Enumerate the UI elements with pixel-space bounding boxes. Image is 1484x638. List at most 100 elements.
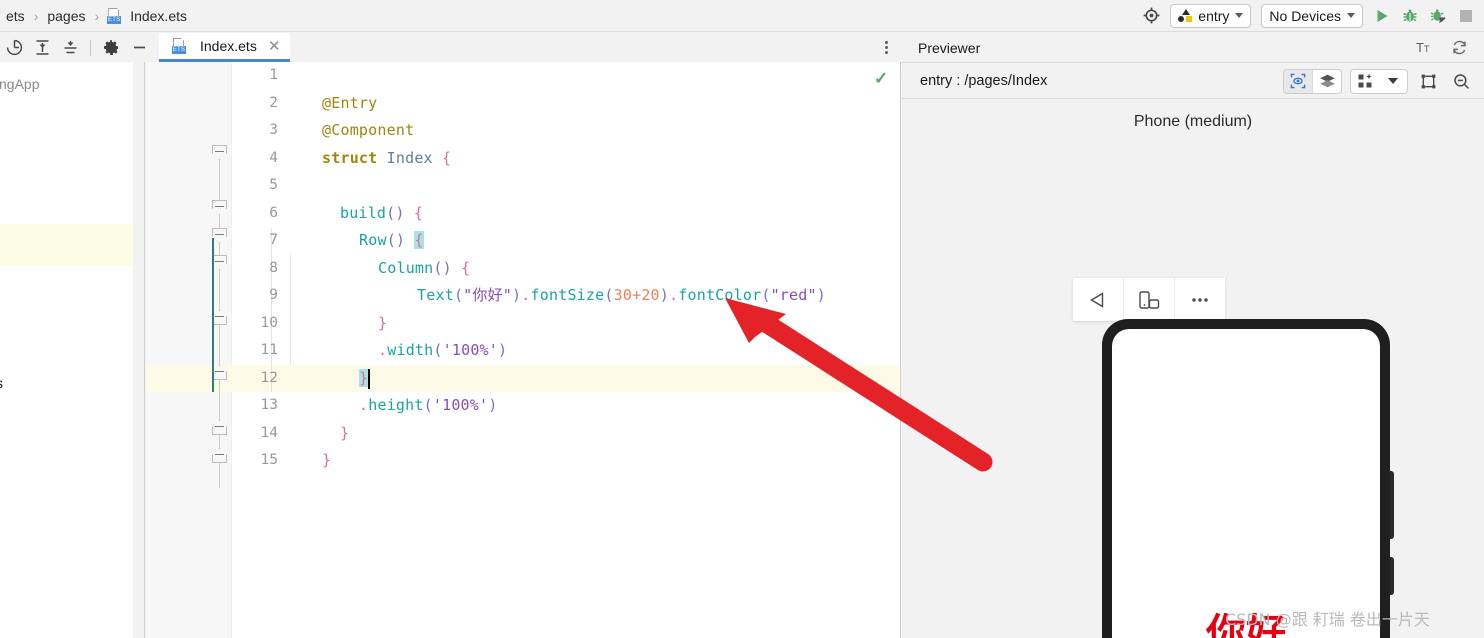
run-controls: entry No Devices [1137,3,1484,29]
chevron-down-icon[interactable] [1379,70,1407,93]
svg-text:T: T [1424,44,1430,54]
ets-icon-label: ETS [172,46,186,54]
device-selector-label: No Devices [1269,7,1341,24]
code-text: Column() { [378,258,471,277]
code-line: 13 .height('100%') [232,392,900,420]
fold-marker-open[interactable] [212,145,227,160]
phone-side-button [1390,557,1394,595]
line-number: 10 [260,314,278,331]
module-selector[interactable]: entry [1170,3,1252,28]
fold-marker-close[interactable] [212,420,227,435]
code-editor[interactable]: 1 2 @Entry 3 @Component 4 struct Index {… [146,62,901,638]
fold-marker-open[interactable] [212,200,227,215]
rotate-device-icon[interactable] [1124,278,1174,321]
ets-icon-label: ETS [107,15,122,24]
line-number: 15 [260,452,278,468]
attach-debugger-icon[interactable] [1424,3,1452,29]
line-number: 5 [269,177,278,193]
editor-toolbar [0,33,901,62]
more-icon[interactable] [1175,278,1225,321]
more-options-icon[interactable] [875,36,897,58]
line-number: 2 [269,94,278,111]
previewer-subheader: entry : /pages/Index [902,64,1484,99]
code-text: .height('100%') [359,396,498,414]
multi-device-icon[interactable] [1351,70,1379,93]
code-text: Text("你好").fontSize(30+20).fontColor("re… [417,286,826,304]
layers-icon[interactable] [1313,70,1341,93]
fold-marker-open[interactable] [212,255,227,270]
phone-screen[interactable]: 你好 [1112,329,1380,638]
fold-marker-open[interactable] [212,228,227,243]
inspector-eye-icon[interactable] [1284,69,1312,93]
fold-marker-close[interactable] [212,448,227,463]
close-icon[interactable]: ✕ [268,39,281,54]
previewer-header: Previewer T T [902,33,1484,63]
history-icon[interactable] [0,35,28,61]
check-ok-icon[interactable]: ✓ [874,70,890,87]
line-number: 1 [269,67,278,83]
sidebar-item-clipped[interactable]: s [0,375,3,391]
sidebar-scrollbar[interactable] [133,33,144,638]
stop-icon [1452,3,1480,29]
refresh-icon[interactable] [1447,35,1472,60]
project-sidebar[interactable]: ngmengApp s [0,33,145,638]
scope-indicator [212,238,214,392]
back-arrow-icon[interactable] [1073,278,1123,321]
code-text: } [322,451,332,469]
line-number: 13 [260,397,278,413]
previewer-panel: Previewer T T entry: /pages/Index Phone… [902,33,1484,638]
tab-label: Index.ets [200,38,257,54]
code-line: 4 struct Index { [232,145,900,173]
fold-marker-close[interactable] [212,310,227,325]
frame-icon[interactable] [1416,69,1441,94]
breadcrumb-item-2[interactable]: Index.ets [128,8,189,24]
svg-text:T: T [1416,40,1424,55]
line-number: 6 [269,204,278,221]
code-line: 12 } [232,365,900,393]
fold-marker-close[interactable] [212,365,227,380]
breadcrumb-item-0[interactable]: ets [4,8,27,24]
chevron-down-icon [1235,13,1244,18]
code-line: 9 Text("你好").fontSize(30+20).fontColor("… [232,282,900,310]
code-line: 14 } [232,420,900,448]
tab-index-ets[interactable]: ETS Index.ets ✕ [159,33,291,62]
phone-preview-frame: 你好 [1102,319,1394,638]
editor-tabs: ETS Index.ets ✕ [159,33,291,62]
code-text: @Component [322,121,415,139]
ets-file-icon: ETS [106,7,122,24]
line-number: 7 [269,232,278,248]
ide-window: ngmengApp s ets › pages › ETS Index.ets [0,0,1484,638]
breadcrumb-item-1[interactable]: pages [45,8,87,24]
line-number: 14 [260,424,278,441]
zoom-out-icon[interactable] [1449,69,1474,94]
font-size-icon[interactable]: T T [1412,35,1437,60]
code-text: struct Index { [322,148,452,167]
collapse-all-icon[interactable] [56,35,84,61]
code-lines[interactable]: 1 2 @Entry 3 @Component 4 struct Index {… [232,62,900,638]
code-line: 3 @Component [232,117,900,145]
run-icon[interactable] [1368,3,1396,29]
sidebar-item-app[interactable]: ngmengApp [0,76,40,92]
line-number: 12 [260,369,278,386]
expand-all-icon[interactable] [28,35,56,61]
phone-side-button [1390,471,1394,539]
previewer-route: entry : /pages/Index [920,73,1048,89]
code-line: 8 Column() { [232,255,900,283]
module-selector-label: entry [1198,7,1230,24]
inspector-toggle-group[interactable] [1283,68,1342,94]
debug-icon[interactable] [1396,3,1424,29]
line-number: 4 [269,149,278,166]
breadcrumb-separator: › [33,7,39,24]
settings-gear-icon[interactable] [97,35,125,61]
minimize-icon[interactable] [125,35,153,61]
previewer-title: Previewer [918,39,981,56]
code-text: } [340,423,350,442]
ets-file-icon: ETS [171,38,187,54]
breadcrumb-separator: › [94,7,100,24]
device-selector[interactable]: No Devices [1261,3,1363,28]
line-number: 11 [260,342,278,358]
code-text: } [359,368,369,387]
chevron-down-icon [1347,13,1355,18]
target-icon[interactable] [1137,3,1165,29]
multi-device-group[interactable] [1350,68,1408,94]
